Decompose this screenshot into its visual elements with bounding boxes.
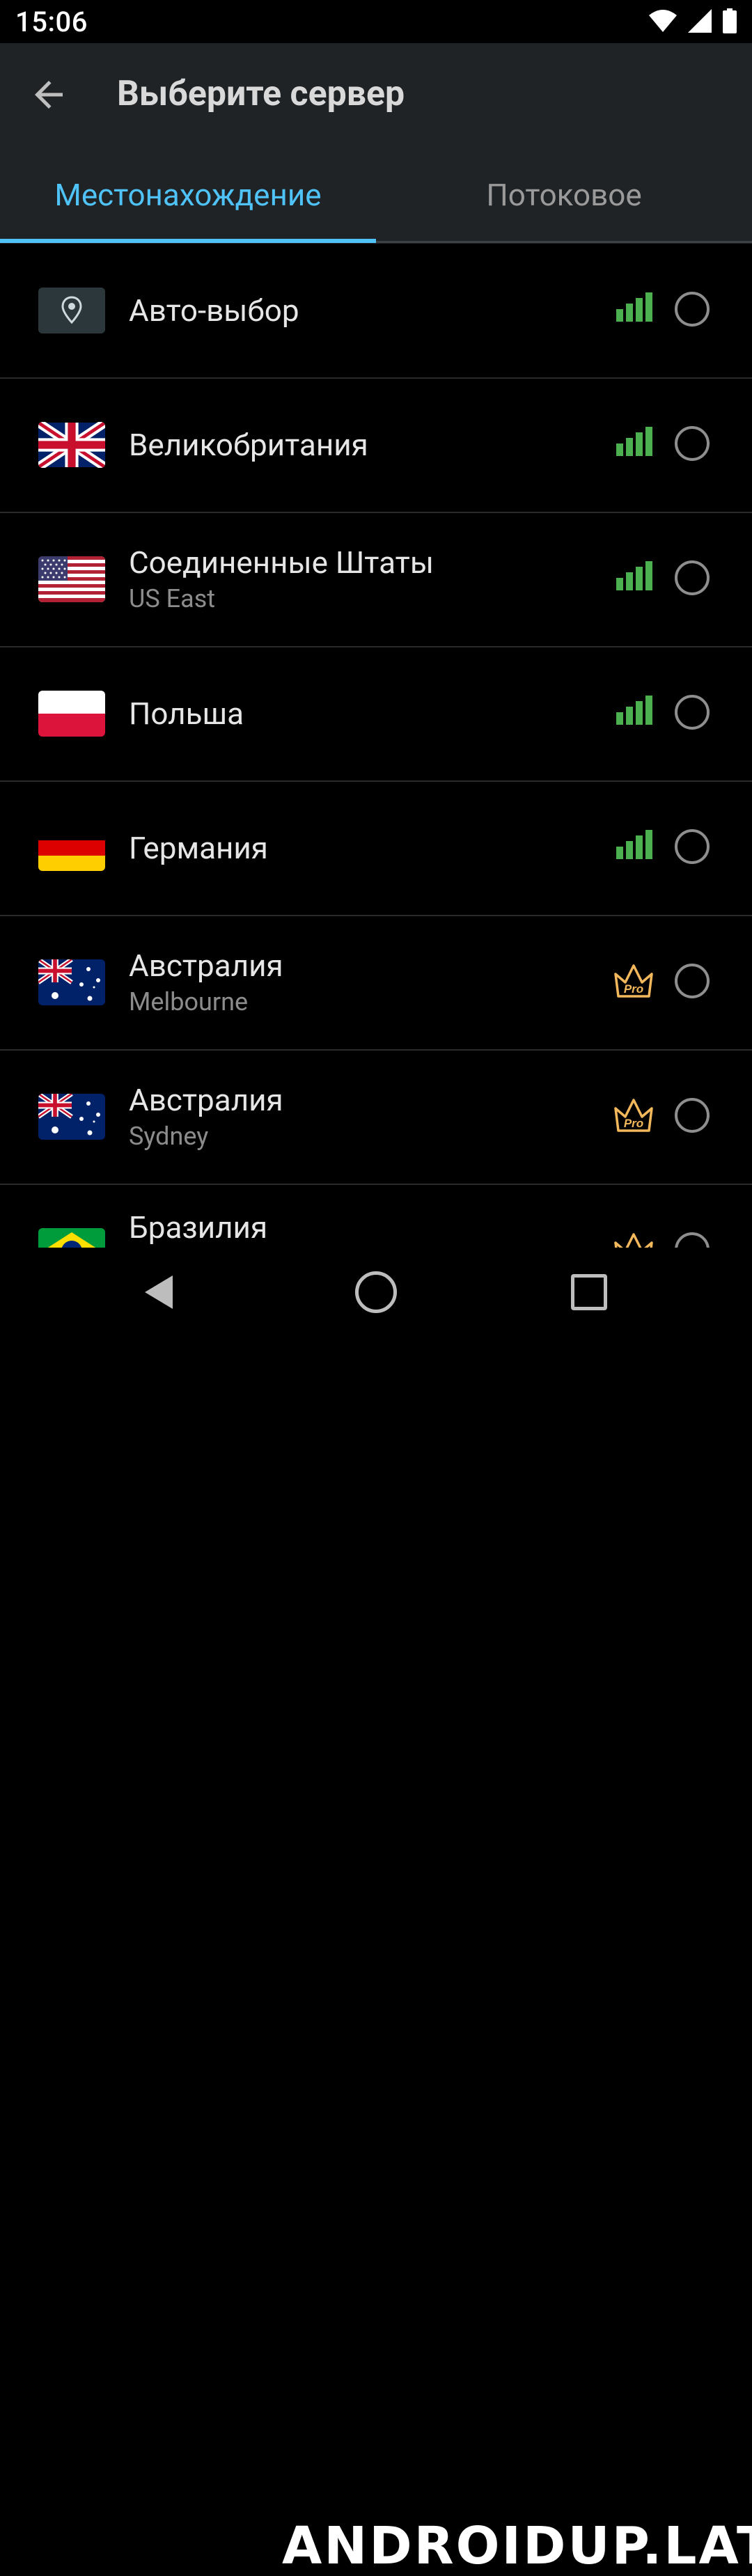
server-radio[interactable]: [675, 964, 710, 998]
signal-strength-icon: [616, 292, 652, 322]
tab-streaming[interactable]: Потоковое: [376, 146, 752, 244]
app-bar: Выберите сервер: [0, 43, 752, 146]
pro-label: Pro: [624, 982, 643, 996]
server-radio[interactable]: [675, 426, 710, 461]
server-city: US East: [129, 584, 216, 613]
server-row-uk[interactable]: Великобритания: [0, 378, 752, 513]
server-name: Австралия: [129, 948, 283, 984]
australia-flag-icon: [38, 1094, 105, 1140]
server-name: Соединенные Штаты: [129, 544, 434, 581]
server-name: Авто-выбор: [129, 292, 299, 329]
server-radio[interactable]: [675, 829, 710, 864]
page-title: Выберите сервер: [117, 74, 405, 114]
server-row-australia-sydney[interactable]: Австралия Sydney Pro: [0, 1050, 752, 1185]
tab-divider: [376, 241, 752, 243]
active-tab-indicator: [0, 239, 376, 243]
tab-bar: Местонахождение Потоковое: [0, 146, 752, 244]
us-flag-icon: [38, 556, 105, 602]
server-row-poland[interactable]: Польша: [0, 647, 752, 782]
server-name: Польша: [129, 696, 244, 732]
nav-recents-icon[interactable]: [571, 1274, 607, 1310]
signal-strength-icon: [616, 561, 652, 590]
server-row-australia-melbourne[interactable]: Австралия Melbourne Pro: [0, 916, 752, 1051]
server-radio[interactable]: [675, 560, 710, 595]
crown-pro-icon: Pro: [614, 1099, 653, 1132]
poland-flag-icon: [38, 691, 105, 737]
server-radio[interactable]: [675, 292, 710, 327]
server-row-us[interactable]: Соединенные Штаты US East: [0, 512, 752, 647]
crown-pro-icon: Pro: [614, 1233, 653, 1248]
server-city: Melbourne: [129, 987, 249, 1016]
server-name: Германия: [129, 830, 268, 866]
battery-icon: [723, 8, 737, 36]
pro-label: Pro: [624, 1117, 643, 1130]
crown-pro-icon: Pro: [614, 964, 653, 998]
tab-location[interactable]: Местонахождение: [0, 146, 376, 244]
back-button[interactable]: [28, 74, 70, 116]
server-name: Великобритания: [129, 427, 368, 463]
server-list[interactable]: Авто-выбор Великобритания Соединенные Шт…: [0, 244, 752, 1248]
server-radio[interactable]: [675, 1232, 710, 1248]
server-row-germany[interactable]: Германия: [0, 781, 752, 916]
server-city: Sydney: [129, 1122, 209, 1151]
server-row-auto[interactable]: Авто-выбор: [0, 244, 752, 379]
signal-strength-icon: [616, 427, 652, 456]
server-radio[interactable]: [675, 1098, 710, 1133]
uk-flag-icon: [38, 422, 105, 468]
brazil-flag-icon: [38, 1228, 105, 1248]
nav-back-icon[interactable]: [139, 1271, 181, 1313]
server-name: Бразилия: [129, 1209, 268, 1246]
arrow-back-icon: [35, 81, 63, 109]
watermark-text: ANDROIDUP.LAT: [282, 2516, 752, 2576]
location-pin-icon: [38, 288, 105, 333]
status-time: 15:06: [15, 6, 88, 38]
server-name: Австралия: [129, 1082, 283, 1118]
cell-signal-icon: [688, 9, 712, 36]
germany-flag-icon: [38, 825, 105, 871]
signal-strength-icon: [616, 696, 652, 725]
server-radio[interactable]: [675, 695, 710, 730]
server-row-brazil[interactable]: Бразилия Pro: [0, 1184, 752, 1248]
signal-strength-icon: [616, 830, 652, 859]
wifi-icon: [649, 9, 677, 36]
australia-flag-icon: [38, 959, 105, 1005]
status-bar: 15:06: [0, 0, 752, 43]
nav-home-icon[interactable]: [355, 1271, 397, 1313]
system-nav-bar: ANDROIDUP.LAT: [0, 1248, 752, 2576]
